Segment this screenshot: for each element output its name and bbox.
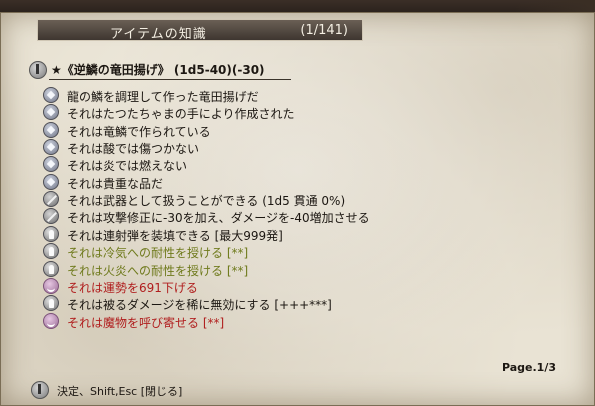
list-item-text: それは酸では傷つかない bbox=[67, 142, 200, 157]
list-item-text: 龍の鱗を調理して作った竜田揚げだ bbox=[67, 90, 259, 104]
diamond-icon bbox=[43, 87, 59, 103]
footer-hint-text: 決定、Shift,Esc [閉じる] bbox=[57, 385, 183, 398]
list-item-text: それは被るダメージを稀に無効にする [+++***] bbox=[67, 298, 332, 313]
list-item-text: それは武器として扱うことができる (1d5 貫通 0%) bbox=[67, 194, 346, 209]
list-item-text: それは竜鱗で作られている bbox=[67, 124, 211, 139]
list-item-text: それは連射弾を装填できる [最大999発] bbox=[67, 228, 283, 243]
diamond-icon bbox=[43, 104, 59, 121]
sword-icon bbox=[43, 191, 59, 208]
item-name-underline bbox=[49, 79, 291, 80]
diamond-icon bbox=[43, 121, 59, 138]
diamond-icon bbox=[43, 139, 59, 156]
list-item-text: それは運勢を691下げる bbox=[67, 280, 198, 295]
info-icon bbox=[29, 61, 47, 79]
list-item-text: それは冷気への耐性を授ける [**] bbox=[67, 246, 249, 261]
item-name: ★《逆鱗の竜田揚げ》 (1d5-40)(-30) bbox=[51, 63, 265, 77]
list-item-text: それは貴重な品だ bbox=[67, 176, 164, 191]
bullet-icon bbox=[43, 295, 59, 312]
face-icon bbox=[43, 312, 59, 329]
sword-icon bbox=[43, 208, 59, 225]
diamond-icon bbox=[43, 173, 59, 190]
list-item-text: それは魔物を呼び寄せる [**] bbox=[67, 315, 225, 330]
list-item-text: それは火炎への耐性を授ける [**] bbox=[67, 263, 249, 278]
item-knowledge-window: アイテムの知識 (1/141) ★《逆鱗の竜田揚げ》 (1d5-40)(-30)… bbox=[0, 12, 595, 406]
hint-icon bbox=[31, 381, 49, 399]
window-title: アイテムの知識 bbox=[110, 27, 207, 42]
diamond-icon bbox=[43, 156, 59, 173]
list-item-text: それは炎では燃えない bbox=[67, 159, 188, 174]
bullet-icon bbox=[43, 260, 59, 277]
list-item-text: それは攻撃修正に-30を加え、ダメージを-40増加させる bbox=[67, 211, 370, 226]
item-counter: (1/141) bbox=[300, 23, 348, 38]
bullet-icon bbox=[43, 225, 59, 242]
page-indicator: Page.1/3 bbox=[501, 361, 556, 374]
face-icon bbox=[43, 277, 59, 294]
bullet-icon bbox=[43, 243, 59, 260]
list-item-text: それはたつたちゃまの手により作成された bbox=[67, 107, 295, 122]
window-title-bar: アイテムの知識 (1/141) bbox=[37, 19, 363, 42]
